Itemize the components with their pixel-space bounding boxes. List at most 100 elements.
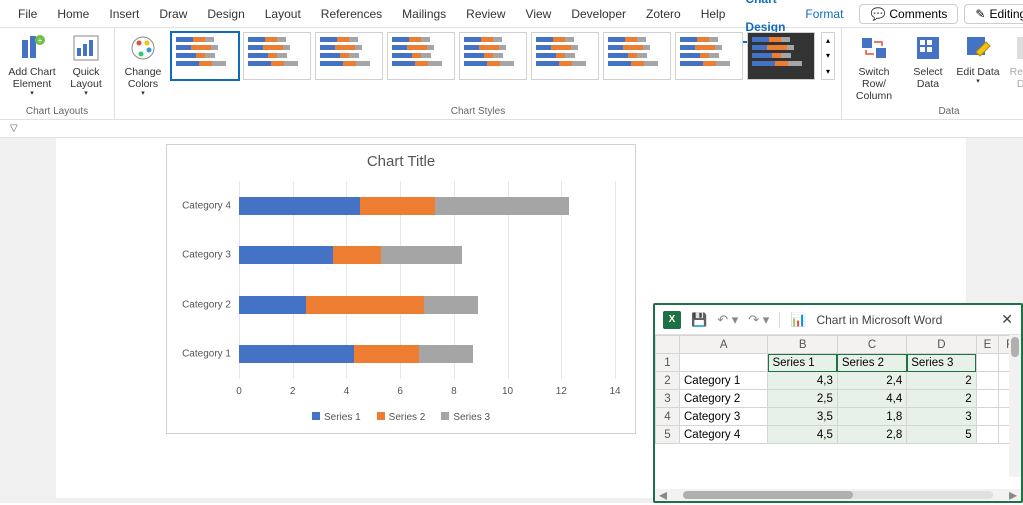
cell[interactable]: 5	[907, 426, 976, 444]
menu-tab-format[interactable]: Format	[795, 0, 853, 28]
cell[interactable]: Category 1	[680, 372, 768, 390]
row-header[interactable]: 4	[656, 408, 680, 426]
spreadsheet[interactable]: ABCDEF1Series 1Series 2Series 32Category…	[655, 335, 1021, 489]
menu-tab-help[interactable]: Help	[691, 0, 736, 28]
bar-segment[interactable]	[239, 296, 306, 314]
excel-mini-window[interactable]: X 💾 ↶ ▾ ↷ ▾ 📊 Chart in Microsoft Word ✕ …	[653, 303, 1023, 503]
bar-segment[interactable]	[381, 246, 462, 264]
menu-tab-references[interactable]: References	[311, 0, 392, 28]
chart-object[interactable]: Chart Title 02468101214Category 1Categor…	[166, 144, 636, 434]
bar-segment[interactable]	[239, 345, 354, 363]
row-header[interactable]: 1	[656, 354, 680, 372]
menu-tab-insert[interactable]: Insert	[99, 0, 149, 28]
x-tick: 0	[236, 386, 242, 397]
cell[interactable]: 2,8	[837, 426, 906, 444]
chart-style-6[interactable]	[531, 32, 599, 80]
legend-item[interactable]: Series 1	[312, 412, 361, 423]
cell[interactable]: 4,4	[837, 390, 906, 408]
col-header[interactable]: D	[907, 336, 976, 354]
chart-style-1[interactable]	[171, 32, 239, 80]
col-header[interactable]: B	[768, 336, 837, 354]
comments-button[interactable]: 💬Comments	[859, 4, 958, 24]
select-data-button[interactable]: Select Data	[906, 32, 950, 90]
chart-style-5[interactable]	[459, 32, 527, 80]
menu-tab-draw[interactable]: Draw	[149, 0, 197, 28]
legend-item[interactable]: Series 2	[377, 412, 426, 423]
chart-style-7[interactable]	[603, 32, 671, 80]
menu-tab-zotero[interactable]: Zotero	[636, 0, 691, 28]
undo-button[interactable]: ↶ ▾	[717, 312, 738, 328]
bar-segment[interactable]	[306, 296, 424, 314]
redo-button[interactable]: ↷ ▾	[748, 312, 769, 328]
chart-style-3[interactable]	[315, 32, 383, 80]
cell[interactable]: Category 4	[680, 426, 768, 444]
menu-tab-home[interactable]: Home	[47, 0, 99, 28]
cell[interactable]: Series 2	[837, 354, 906, 372]
row-header[interactable]: 5	[656, 426, 680, 444]
cell[interactable]: Series 1	[768, 354, 837, 372]
row-header[interactable]: 3	[656, 390, 680, 408]
cell[interactable]: 3,5	[768, 408, 837, 426]
cell[interactable]	[976, 408, 999, 426]
x-tick: 4	[344, 386, 350, 397]
menu-tab-developer[interactable]: Developer	[561, 0, 636, 28]
category-label: Category 3	[182, 250, 231, 261]
bar-segment[interactable]	[424, 296, 478, 314]
save-icon[interactable]: 💾	[691, 312, 707, 328]
cell[interactable]: 1,8	[837, 408, 906, 426]
scrollbar-horizontal[interactable]: ◂▸	[655, 489, 1021, 501]
cell[interactable]: 3	[907, 408, 976, 426]
col-header[interactable]: A	[680, 336, 768, 354]
edit-data-button[interactable]: Edit Data▾	[956, 32, 1000, 86]
bar-segment[interactable]	[435, 197, 569, 215]
chart-title[interactable]: Chart Title	[167, 145, 635, 174]
row-header[interactable]: 2	[656, 372, 680, 390]
ribbon-collapse-button[interactable]: ▽	[0, 120, 1023, 138]
menu-tab-view[interactable]: View	[516, 0, 562, 28]
menu-tab-design[interactable]: Design	[197, 0, 254, 28]
quick-layout-button[interactable]: Quick Layout▾	[64, 32, 108, 98]
cell[interactable]: 4,5	[768, 426, 837, 444]
plot-area[interactable]: 02468101214Category 1Category 2Category …	[239, 181, 615, 379]
chart-style-2[interactable]	[243, 32, 311, 80]
editing-button[interactable]: ✎Editing▾	[964, 4, 1023, 24]
menu-tab-file[interactable]: File	[8, 0, 47, 28]
cell[interactable]	[680, 354, 768, 372]
change-colors-button[interactable]: Change Colors▾	[121, 32, 165, 98]
menu-tab-review[interactable]: Review	[456, 0, 515, 28]
chart-style-9[interactable]	[747, 32, 815, 80]
chart-styles-more-button[interactable]: ▴▾▾	[821, 32, 835, 80]
cell[interactable]: 2	[907, 390, 976, 408]
cell[interactable]: 2	[907, 372, 976, 390]
cell[interactable]: 2,4	[837, 372, 906, 390]
chart-style-8[interactable]	[675, 32, 743, 80]
col-header[interactable]: E	[976, 336, 999, 354]
cell[interactable]	[976, 390, 999, 408]
svg-text:+: +	[38, 36, 43, 45]
menu-tab-mailings[interactable]: Mailings	[392, 0, 456, 28]
cell[interactable]	[976, 372, 999, 390]
menu-tab-layout[interactable]: Layout	[255, 0, 311, 28]
cell[interactable]: Series 3	[907, 354, 976, 372]
legend-item[interactable]: Series 3	[441, 412, 490, 423]
cell[interactable]	[976, 354, 999, 372]
bar-segment[interactable]	[239, 246, 333, 264]
chart-style-4[interactable]	[387, 32, 455, 80]
switch-row-column-button[interactable]: Switch Row/ Column	[848, 32, 900, 102]
chart-legend[interactable]: Series 1 Series 2 Series 3	[167, 412, 635, 423]
col-header[interactable]: C	[837, 336, 906, 354]
close-icon[interactable]: ✕	[1001, 311, 1013, 328]
cell[interactable]: Category 3	[680, 408, 768, 426]
bar-segment[interactable]	[354, 345, 418, 363]
cell[interactable]: 4,3	[768, 372, 837, 390]
cell[interactable]	[976, 426, 999, 444]
chart-styles-label: Chart Styles	[121, 104, 835, 117]
scrollbar-vertical[interactable]	[1009, 335, 1021, 477]
cell[interactable]: Category 2	[680, 390, 768, 408]
bar-segment[interactable]	[419, 345, 473, 363]
bar-segment[interactable]	[360, 197, 435, 215]
bar-segment[interactable]	[239, 197, 360, 215]
add-chart-element-button[interactable]: + Add Chart Element▾	[6, 32, 58, 98]
cell[interactable]: 2,5	[768, 390, 837, 408]
bar-segment[interactable]	[333, 246, 381, 264]
